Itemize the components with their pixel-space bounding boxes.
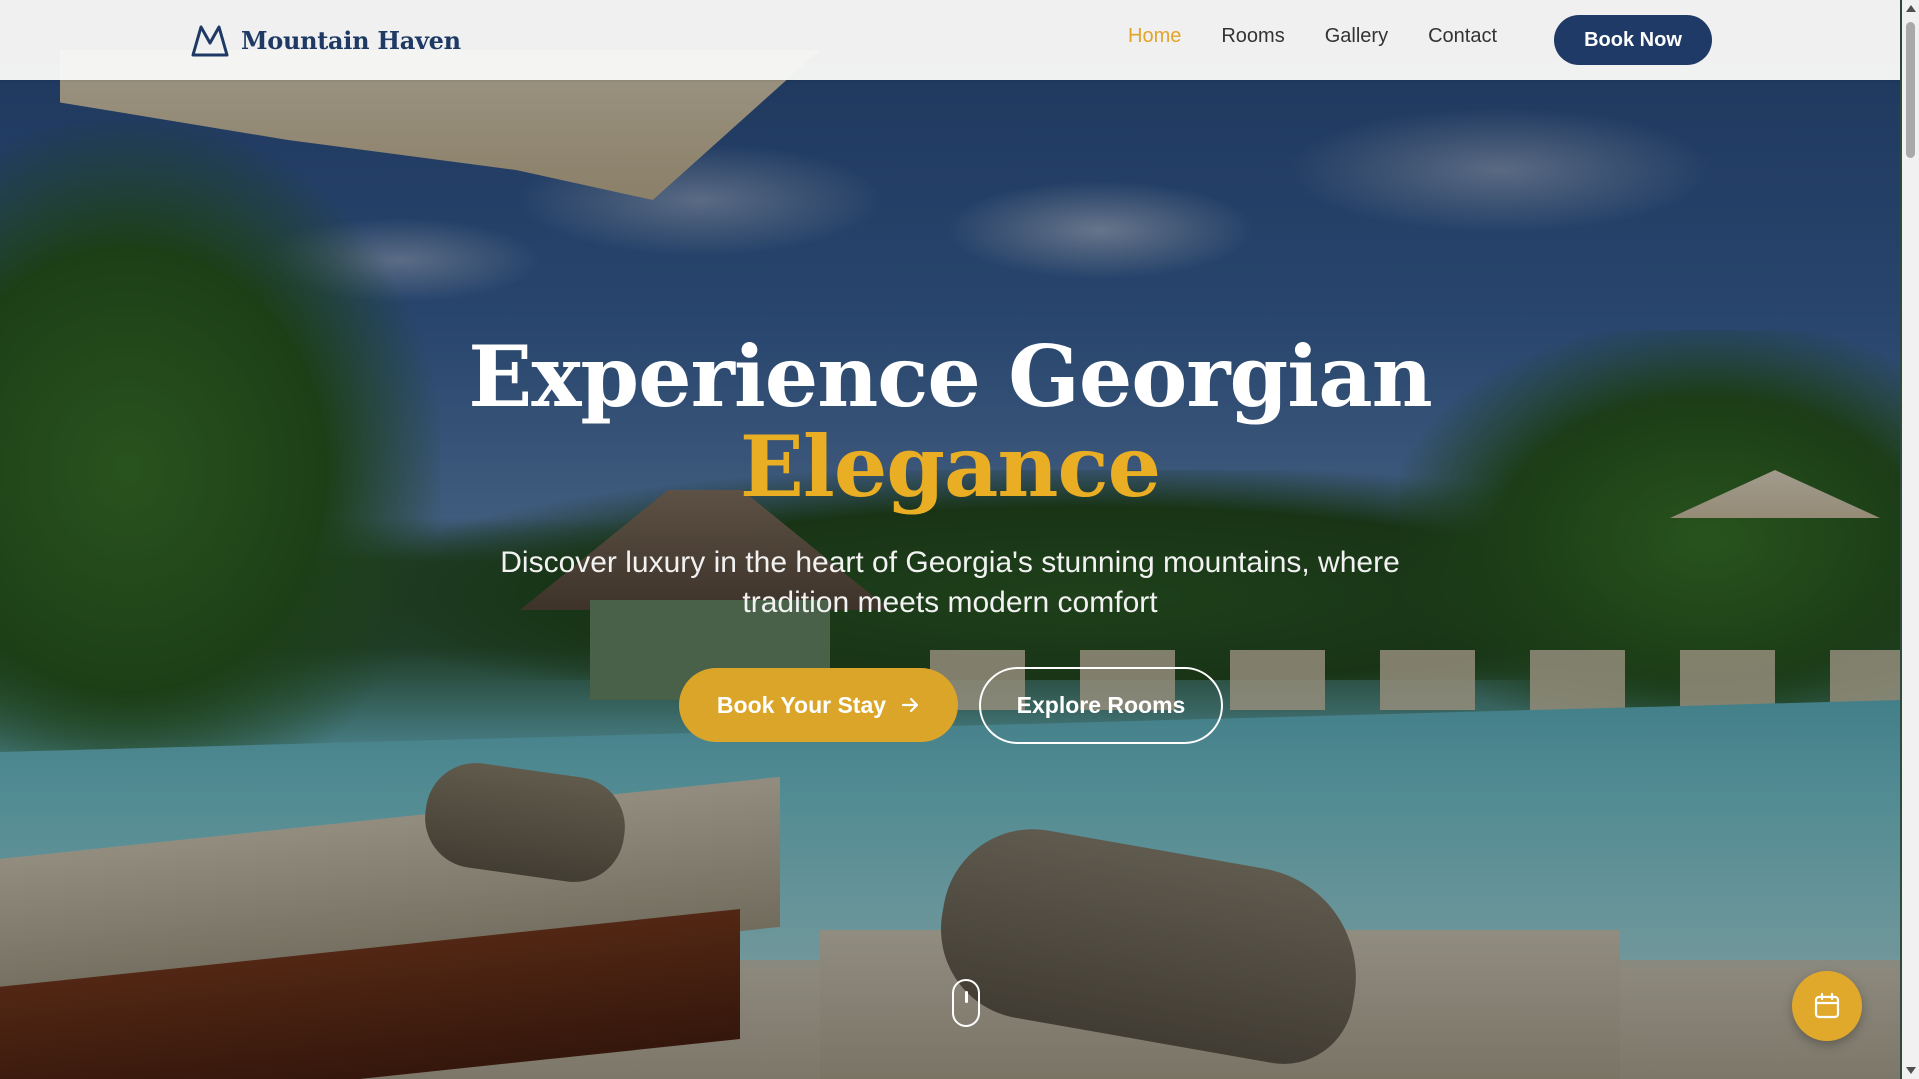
main-navigation: Home Rooms Gallery Contact	[1128, 25, 1497, 48]
mouse-scroll-icon[interactable]	[952, 979, 980, 1027]
nav-link-contact[interactable]: Contact	[1428, 25, 1497, 48]
book-now-button[interactable]: Book Now	[1554, 15, 1712, 65]
brand-logo-link[interactable]: Mountain Haven	[191, 22, 461, 58]
brand-name: Mountain Haven	[241, 25, 461, 55]
calendar-icon	[1814, 992, 1840, 1019]
hero-dark-overlay	[0, 0, 1900, 1079]
mountain-icon	[191, 25, 229, 57]
site-header: Mountain Haven Home Rooms Gallery Contac…	[0, 0, 1900, 80]
hero-title-line2: Elegance	[739, 417, 1161, 516]
scroll-down-arrow-icon[interactable]	[1906, 1067, 1916, 1074]
arrow-right-icon	[901, 697, 919, 713]
scroll-wheel-dot	[965, 991, 968, 1003]
book-your-stay-label: Book Your Stay	[716, 691, 887, 718]
scroll-up-arrow-icon[interactable]	[1906, 5, 1916, 12]
hero-subtitle: Discover luxury in the heart of Georgia'…	[500, 546, 1400, 619]
explore-rooms-button[interactable]: Explore Rooms	[979, 667, 1223, 744]
book-your-stay-button[interactable]: Book Your Stay	[679, 668, 958, 742]
nav-link-gallery[interactable]: Gallery	[1325, 25, 1388, 48]
floating-booking-button[interactable]	[1792, 971, 1862, 1041]
hero-background	[0, 0, 1900, 1079]
nav-link-rooms[interactable]: Rooms	[1221, 25, 1284, 48]
page-scrollbar[interactable]	[1902, 0, 1919, 1079]
hero-title: Experience Georgian Elegance	[0, 332, 1900, 512]
nav-link-home[interactable]: Home	[1128, 25, 1181, 48]
hero-title-line1: Experience Georgian	[468, 327, 1432, 426]
scrollbar-thumb[interactable]	[1906, 22, 1915, 158]
